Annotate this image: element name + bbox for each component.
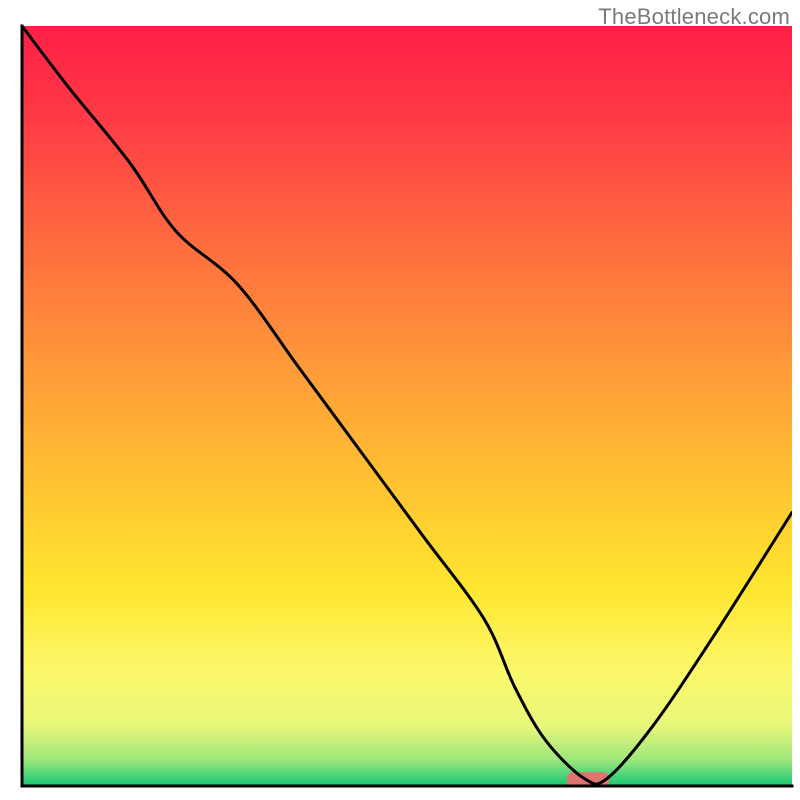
bottleneck-chart-svg: [0, 0, 800, 800]
watermark-text: TheBottleneck.com: [598, 4, 790, 30]
chart-frame: TheBottleneck.com: [0, 0, 800, 800]
gradient-background: [22, 26, 792, 786]
